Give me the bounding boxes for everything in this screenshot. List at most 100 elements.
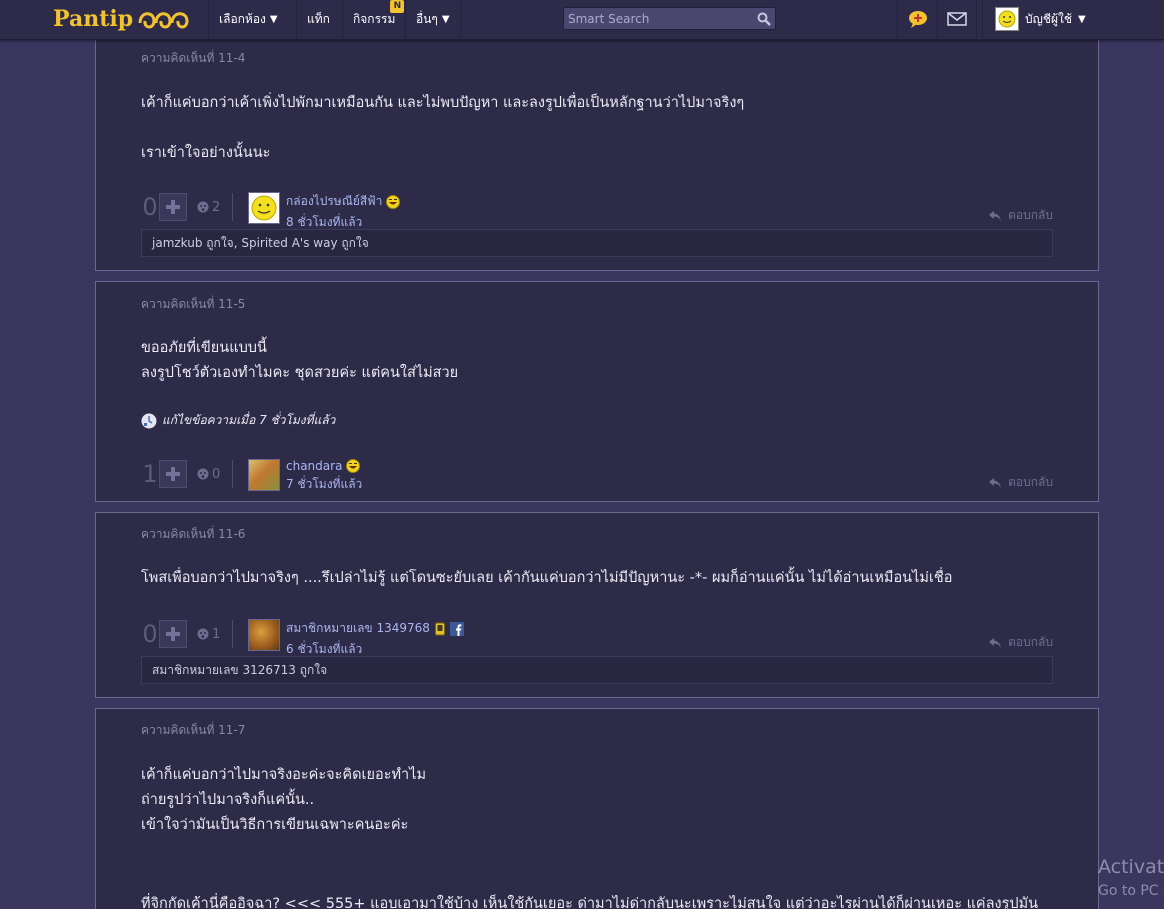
chevron-down-icon: ▼ xyxy=(1078,13,1086,25)
account-label: บัญชีผู้ใช้ xyxy=(1025,11,1073,26)
divider xyxy=(232,460,234,488)
comment-line: เค้าก็แค่บอกว่าไปมาจริงอะค่ะจะคิดเยอะทำไ… xyxy=(141,767,427,783)
watermark-line: Go to PC s xyxy=(1098,883,1164,899)
comment-card: ความคิดเห็นที่ 11-6 โพสเพื่อบอกว่าไปมาจร… xyxy=(95,512,1099,698)
nav-choose-room[interactable]: เลือกห้อง ▼ xyxy=(208,0,288,38)
chevron-down-icon: ▼ xyxy=(441,13,450,25)
comment-line xyxy=(141,838,1038,863)
vote-box: 1 0 xyxy=(141,460,234,488)
author-name[interactable]: chandara xyxy=(286,459,342,473)
pantip-logo[interactable]: Pantip xyxy=(53,4,191,34)
reply-button[interactable]: ตอบกลับ xyxy=(988,633,1053,652)
reply-button[interactable]: ตอบกลับ xyxy=(988,473,1053,492)
comment-label: ความคิดเห็นที่ 11-4 xyxy=(141,51,246,65)
avatar[interactable] xyxy=(248,459,280,491)
new-topic-icon[interactable] xyxy=(897,0,937,38)
emotion-count: 2 xyxy=(212,199,221,215)
comment-body: โพสเพื่อบอกว่าไปมาจริงๆ ....รึเปล่าไม่รู… xyxy=(141,566,952,591)
comment-line: ลงรูปโชว์ตัวเองทำไมคะ ชุดสวยค่ะ แต่คนใส่… xyxy=(141,365,459,381)
avatar xyxy=(995,7,1019,31)
edit-note: แก้ไขข้อความเมื่อ 7 ชั่วโมงที่แล้ว xyxy=(141,411,335,430)
emotion-icon xyxy=(197,201,209,213)
comment-line xyxy=(141,863,1038,888)
facebook-icon xyxy=(449,621,464,636)
watermark-line: Activate xyxy=(1098,856,1164,878)
emotion-icon xyxy=(197,468,209,480)
comment-card: ความคิดเห็นที่ 11-7 เค้าก็แค่บอกว่าไปมาจ… xyxy=(95,708,1099,909)
search-icon[interactable] xyxy=(753,8,775,29)
plus-icon xyxy=(166,627,180,641)
plus-icon xyxy=(166,200,180,214)
chevron-down-icon: ▼ xyxy=(269,13,278,25)
nav-more[interactable]: อื่นๆ ▼ xyxy=(405,0,461,38)
vote-count: 0 xyxy=(142,193,158,221)
emotion-icon xyxy=(197,628,209,640)
emotion-button[interactable]: 2 xyxy=(197,200,220,215)
new-badge: N xyxy=(390,0,405,13)
nav-choose-room-label: เลือกห้อง xyxy=(219,11,266,26)
comment-line: เข้าใจว่ามันเป็นวิธีการเขียนเฉพาะคนอะค่ะ xyxy=(141,817,409,833)
reply-button[interactable]: ตอบกลับ xyxy=(988,206,1053,225)
logo-mascot-icon xyxy=(138,12,189,29)
nav-tags[interactable]: แท็ก xyxy=(296,0,340,38)
comment-body: เค้าก็แค่บอกว่าเค้าเพิ่งไปพักมาเหมือนกัน… xyxy=(141,91,744,166)
account-menu[interactable]: บัญชีผู้ใช้ ▼ xyxy=(982,0,1086,38)
comment-card: ความคิดเห็นที่ 11-4 เค้าก็แค่บอกว่าเค้าเ… xyxy=(95,38,1099,271)
comment-author: กล่องไปรษณีย์สีฟ้า 8 ชั่วโมงที่แล้ว xyxy=(248,192,401,232)
comment-line: โพสเพื่อบอกว่าไปมาจริงๆ ....รึเปล่าไม่รู… xyxy=(141,570,953,586)
nav-activities[interactable]: กิจกรรม N xyxy=(342,0,407,38)
comment-body: ขออภัยที่เขียนแบบนี้ ลงรูปโชว์ตัวเองทำไม… xyxy=(141,336,458,386)
emotion-count: 0 xyxy=(212,466,221,482)
plus-vote-button[interactable] xyxy=(159,620,187,648)
plus-vote-button[interactable] xyxy=(159,460,187,488)
mail-icon[interactable] xyxy=(937,0,977,38)
comment-time[interactable]: 7 ชั่วโมงที่แล้ว xyxy=(286,475,362,494)
reply-arrow-icon xyxy=(989,637,1002,648)
emotion-button[interactable]: 0 xyxy=(197,467,220,482)
laugh-emoji-icon xyxy=(386,194,401,209)
reply-label: ตอบกลับ xyxy=(1008,635,1053,649)
smart-search xyxy=(563,7,776,30)
likes-bar: สมาชิกหมายเลข 3126713 ถูกใจ xyxy=(141,656,1053,684)
nav-tags-label: แท็ก xyxy=(307,11,330,26)
comment-body: เค้าก็แค่บอกว่าไปมาจริงอะค่ะจะคิดเยอะทำไ… xyxy=(141,763,1038,909)
comment-author: chandara 7 ชั่วโมงที่แล้ว xyxy=(248,459,362,494)
comment-line xyxy=(141,116,744,141)
smiley-icon xyxy=(251,195,277,221)
reply-arrow-icon xyxy=(989,210,1002,221)
reply-label: ตอบกลับ xyxy=(1008,475,1053,489)
comment-line: ที่จิกกัดเค้านี่คืออิจฉา? <<< 555+ แอบเอ… xyxy=(141,896,1039,909)
edit-note-text: แก้ไขข้อความเมื่อ 7 ชั่วโมงที่แล้ว xyxy=(162,413,336,427)
plus-vote-button[interactable] xyxy=(159,193,187,221)
divider xyxy=(232,193,234,221)
avatar[interactable] xyxy=(248,619,280,651)
smiley-icon xyxy=(998,10,1016,28)
vote-box: 0 2 xyxy=(141,193,234,221)
laugh-emoji-icon xyxy=(346,459,361,473)
top-navbar: Pantip เลือกห้อง ▼ แท็ก กิจกรรม N อื่นๆ … xyxy=(0,0,1164,40)
plus-icon xyxy=(166,467,180,481)
vote-count: 0 xyxy=(142,620,158,648)
comment-label: ความคิดเห็นที่ 11-5 xyxy=(141,297,246,311)
comment-line: เค้าก็แค่บอกว่าเค้าเพิ่งไปพักมาเหมือนกัน… xyxy=(141,95,745,111)
vote-count: 1 xyxy=(142,460,158,488)
comment-card: ความคิดเห็นที่ 11-5 ขออภัยที่เขียนแบบนี้… xyxy=(95,281,1099,502)
logo-text: Pantip xyxy=(53,6,134,32)
divider xyxy=(232,620,234,648)
reply-arrow-icon xyxy=(989,477,1002,488)
emotion-button[interactable]: 1 xyxy=(197,627,220,642)
author-name[interactable]: กล่องไปรษณีย์สีฟ้า xyxy=(286,192,382,211)
emotion-count: 1 xyxy=(212,626,221,642)
mobile-phone-icon xyxy=(434,622,445,635)
comment-line: ขออภัยที่เขียนแบบนี้ xyxy=(141,340,267,356)
nav-activities-label: กิจกรรม xyxy=(353,11,396,26)
comment-line: เราเข้าใจอย่างนั้นนะ xyxy=(141,145,271,161)
comment-label: ความคิดเห็นที่ 11-6 xyxy=(141,527,246,541)
windows-activation-watermark: Activate Go to PC s xyxy=(1098,855,1164,903)
search-input[interactable] xyxy=(564,8,753,29)
edit-clock-icon xyxy=(141,413,157,428)
avatar[interactable] xyxy=(248,192,280,224)
comment-line: ถ่ายรูปว่าไปมาจริงก็แค่นั้น.. xyxy=(141,792,315,808)
reply-label: ตอบกลับ xyxy=(1008,208,1053,222)
author-name[interactable]: สมาชิกหมายเลข 1349768 xyxy=(286,619,430,638)
